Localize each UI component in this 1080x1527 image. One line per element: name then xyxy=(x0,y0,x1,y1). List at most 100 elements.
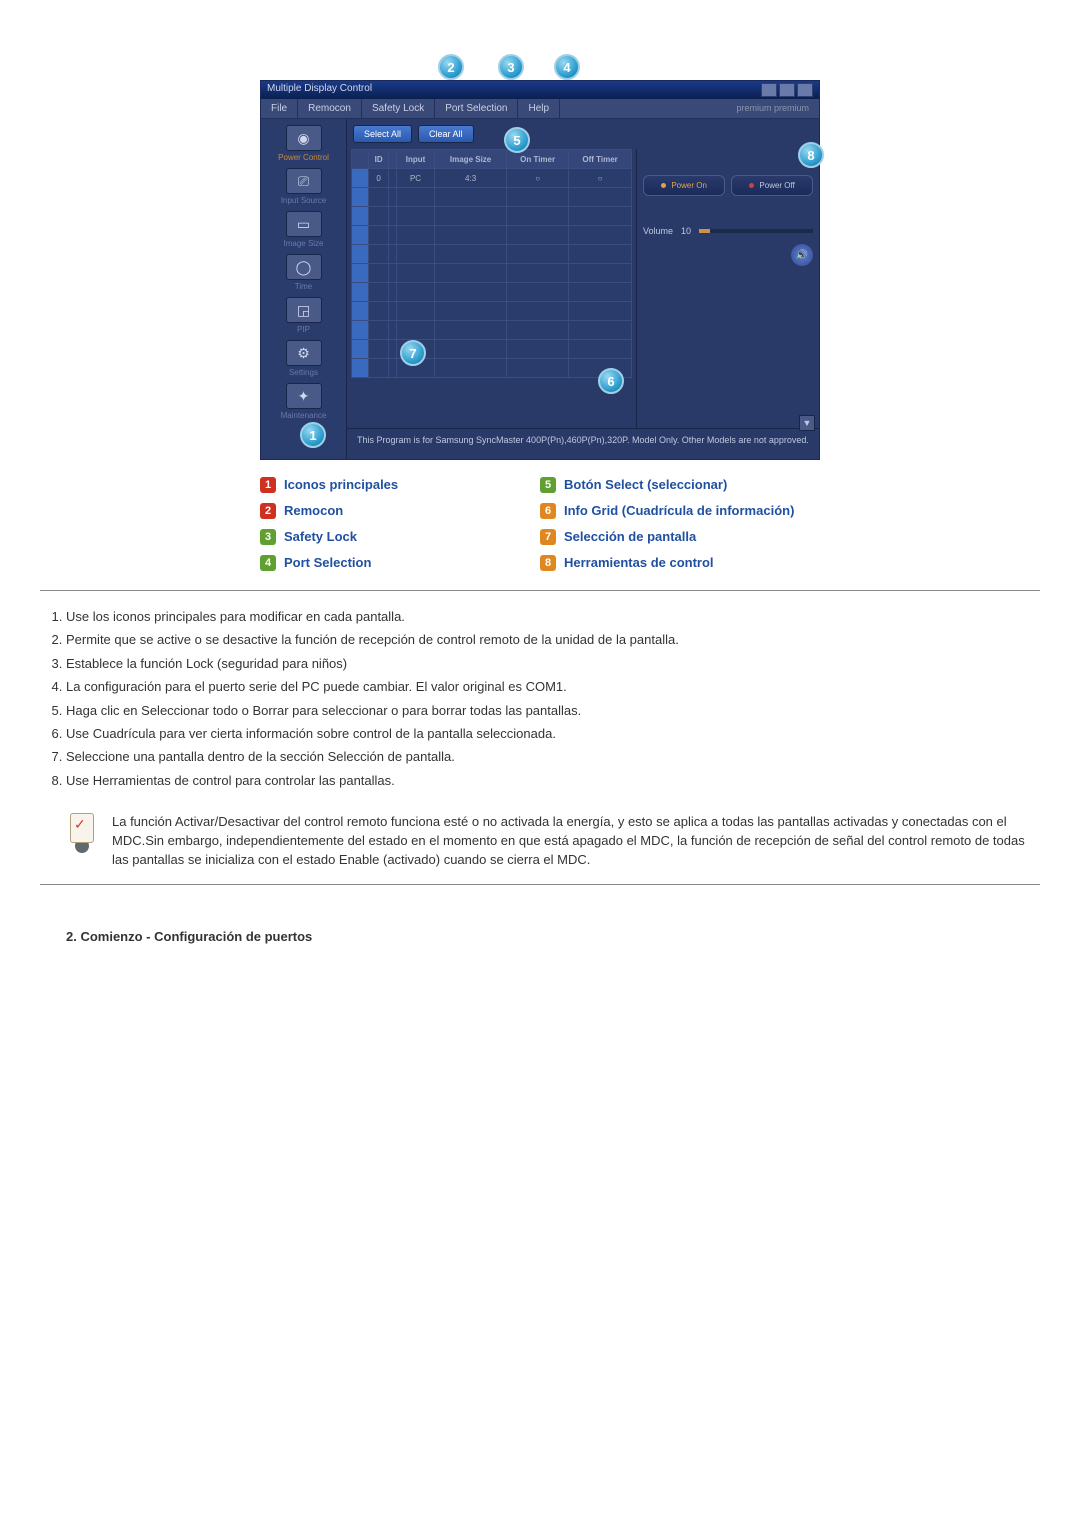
grid-row[interactable] xyxy=(352,359,632,378)
power-off-dot-icon xyxy=(749,183,754,188)
section-heading: 2. Comienzo - Configuración de puertos xyxy=(40,929,1040,944)
select-all-button[interactable]: Select All xyxy=(353,125,412,143)
grid-col-power xyxy=(389,150,397,169)
pip-icon: ◲ xyxy=(286,297,322,323)
volume-slider[interactable] xyxy=(699,229,813,233)
status-text: premium premium xyxy=(726,99,819,118)
instruction-item: Permite que se active o se desactive la … xyxy=(66,628,1040,651)
footer-note: This Program is for Samsung SyncMaster 4… xyxy=(347,428,819,459)
grid-col-image-size: Image Size xyxy=(435,150,507,169)
control-tools: Power On Power Off Volume 10 xyxy=(636,149,819,428)
legend-label: Iconos principales xyxy=(284,477,398,493)
grid-row[interactable] xyxy=(352,340,632,359)
grid-col-off-timer: Off Timer xyxy=(569,150,632,169)
grid-row[interactable] xyxy=(352,283,632,302)
legend-number: 2 xyxy=(260,503,276,519)
instruction-list: Use los iconos principales para modifica… xyxy=(40,605,1040,792)
scroll-down-icon[interactable]: ▼ xyxy=(799,415,815,431)
sidebar-item-power-control[interactable]: ◉ Power Control xyxy=(269,125,339,162)
grid-col-check xyxy=(352,150,369,169)
volume-control: Volume 10 xyxy=(643,226,813,236)
legend-item: 2Remocon xyxy=(260,498,540,524)
legend: 1 Iconos principales 2Remocon 3 Safety Lock 4… xyxy=(260,472,820,576)
image-size-icon: ▭ xyxy=(286,211,322,237)
sidebar-item-image-size[interactable]: ▭ Image Size xyxy=(269,211,339,248)
grid-row[interactable] xyxy=(352,245,632,264)
minimize-icon[interactable] xyxy=(761,83,777,97)
menu-remocon[interactable]: Remocon xyxy=(298,99,362,118)
time-icon: ◯ xyxy=(286,254,322,280)
sidebar-item-settings[interactable]: ⚙ Settings xyxy=(269,340,339,377)
grid-row[interactable]: 0PC4:3○○ xyxy=(352,169,632,188)
grid-row[interactable] xyxy=(352,226,632,245)
legend-item: 8 Herramientas de control xyxy=(540,550,820,576)
instruction-item: Use Herramientas de control para control… xyxy=(66,769,1040,792)
legend-item: 6 Info Grid (Cuadrícula de información) xyxy=(540,498,820,524)
legend-number: 8 xyxy=(540,555,556,571)
legend-label: Botón Select (seleccionar) xyxy=(564,477,727,493)
clear-all-button[interactable]: Clear All xyxy=(418,125,474,143)
maintenance-icon: ✦ xyxy=(286,383,322,409)
menu-port-selection[interactable]: Port Selection xyxy=(435,99,518,118)
note-text: La función Activar/Desactivar del contro… xyxy=(112,813,1040,870)
instruction-item: Establece la función Lock (seguridad par… xyxy=(66,652,1040,675)
close-icon[interactable] xyxy=(797,83,813,97)
menu-file[interactable]: File xyxy=(261,99,298,118)
input-source-icon: ⎚ xyxy=(286,168,322,194)
settings-icon: ⚙ xyxy=(286,340,322,366)
sidebar-item-pip[interactable]: ◲ PIP xyxy=(269,297,339,334)
callout-5: 5 xyxy=(504,127,530,153)
legend-number: 5 xyxy=(540,477,556,493)
info-grid: ID Input Image Size On Timer Off Timer 0… xyxy=(347,149,636,428)
legend-item: 4 Port Selection xyxy=(260,550,540,576)
window-title: Multiple Display Control xyxy=(267,83,372,97)
legend-number: 1 xyxy=(260,477,276,493)
legend-label: Safety Lock xyxy=(284,529,357,545)
grid-row[interactable] xyxy=(352,264,632,283)
legend-label: Info Grid (Cuadrícula de información) xyxy=(564,503,794,519)
grid-col-id: ID xyxy=(369,150,389,169)
toolbar: Select All Clear All xyxy=(347,119,819,149)
power-on-dot-icon xyxy=(661,183,666,188)
callout-8: 8 xyxy=(798,142,824,168)
sidebar-item-maintenance[interactable]: ✦ Maintenance xyxy=(269,383,339,420)
legend-number: 4 xyxy=(260,555,276,571)
legend-number: 3 xyxy=(260,529,276,545)
legend-number: 6 xyxy=(540,503,556,519)
legend-item: 7Selección de pantalla xyxy=(540,524,820,550)
menu-safety-lock[interactable]: Safety Lock xyxy=(362,99,435,118)
legend-item: 1 Iconos principales xyxy=(260,472,540,498)
note-block: La función Activar/Desactivar del contro… xyxy=(40,805,1040,870)
power-on-button[interactable]: Power On xyxy=(643,175,725,196)
grid-table: ID Input Image Size On Timer Off Timer 0… xyxy=(351,149,632,378)
legend-item: 3 Safety Lock xyxy=(260,524,540,550)
instruction-item: Haga clic en Seleccionar todo o Borrar p… xyxy=(66,699,1040,722)
maximize-icon[interactable] xyxy=(779,83,795,97)
window-controls xyxy=(761,83,813,97)
sidebar: ◉ Power Control ⎚ Input Source ▭ Image S… xyxy=(261,119,347,459)
grid-row[interactable] xyxy=(352,188,632,207)
legend-item: 5 Botón Select (seleccionar) xyxy=(540,472,820,498)
menu-help[interactable]: Help xyxy=(518,99,560,118)
instruction-item: Use Cuadrícula para ver cierta informaci… xyxy=(66,722,1040,745)
grid-row[interactable] xyxy=(352,207,632,226)
sidebar-item-time[interactable]: ◯ Time xyxy=(269,254,339,291)
sidebar-item-input-source[interactable]: ⎚ Input Source xyxy=(269,168,339,205)
note-icon xyxy=(66,813,98,853)
grid-row[interactable] xyxy=(352,302,632,321)
app-window: Multiple Display Control File Remocon Sa… xyxy=(260,80,820,460)
menubar: File Remocon Safety Lock Port Selection … xyxy=(261,99,819,119)
legend-label: Selección de pantalla xyxy=(564,529,696,545)
divider xyxy=(40,590,1040,591)
callout-1: 1 xyxy=(300,422,326,448)
legend-label: Port Selection xyxy=(284,555,371,571)
power-off-button[interactable]: Power Off xyxy=(731,175,813,196)
power-control-icon: ◉ xyxy=(286,125,322,151)
grid-row[interactable] xyxy=(352,321,632,340)
volume-label: Volume xyxy=(643,226,673,236)
volume-value: 10 xyxy=(681,226,691,236)
volume-speaker-icon[interactable]: 🔊 xyxy=(791,244,813,266)
grid-header-row: ID Input Image Size On Timer Off Timer xyxy=(352,150,632,169)
legend-label: Herramientas de control xyxy=(564,555,714,571)
callout-6: 6 xyxy=(598,368,624,394)
